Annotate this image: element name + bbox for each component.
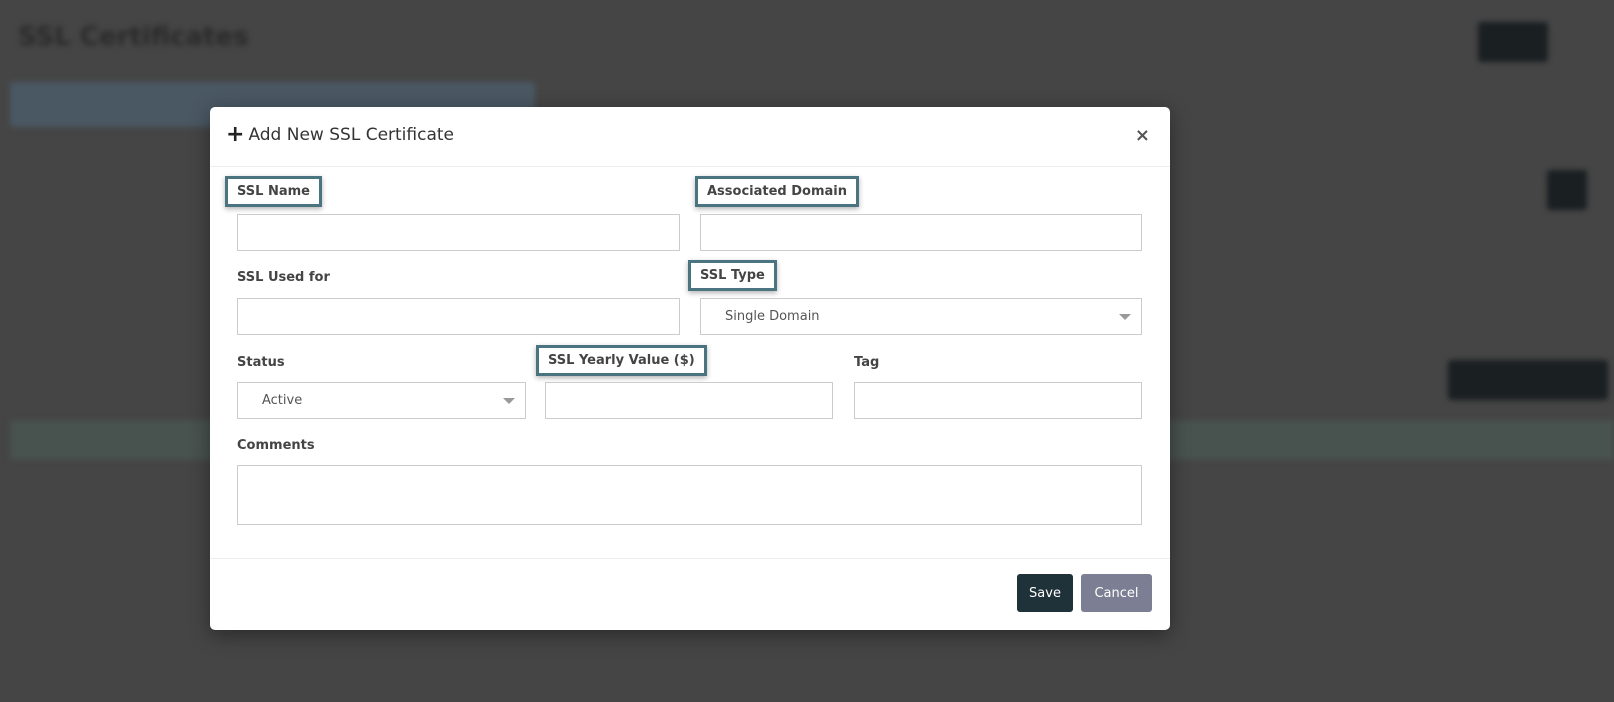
status-select[interactable]: Active	[237, 382, 526, 419]
ssl-type-select[interactable]: Single Domain	[700, 298, 1142, 335]
status-value: Active	[262, 393, 303, 408]
comments-textarea[interactable]	[237, 465, 1142, 525]
ssl-name-label: SSL Name	[225, 176, 322, 207]
close-icon[interactable]: ×	[1135, 125, 1150, 146]
ssl-used-for-label: SSL Used for	[237, 270, 330, 285]
background-button	[1478, 22, 1548, 62]
modal-header: + Add New SSL Certificate ×	[210, 107, 1170, 167]
background-button	[1547, 170, 1587, 210]
associated-domain-input[interactable]	[700, 214, 1142, 251]
ssl-yearly-value-label: SSL Yearly Value ($)	[536, 345, 707, 376]
background-button-group	[1448, 360, 1608, 400]
chevron-down-icon	[1119, 314, 1131, 320]
ssl-yearly-value-input[interactable]	[545, 382, 833, 419]
add-ssl-modal: + Add New SSL Certificate × SSL Name Ass…	[210, 107, 1170, 630]
modal-title: + Add New SSL Certificate	[226, 124, 454, 146]
plus-icon: +	[226, 122, 245, 147]
modal-footer-divider	[210, 558, 1170, 559]
cancel-button[interactable]: Cancel	[1081, 574, 1152, 612]
save-button[interactable]: Save	[1017, 574, 1073, 612]
background-page-title: SSL Certificates	[18, 22, 249, 52]
tag-input[interactable]	[854, 382, 1142, 419]
associated-domain-label: Associated Domain	[695, 176, 860, 207]
chevron-down-icon	[503, 398, 515, 404]
tag-label: Tag	[854, 355, 880, 370]
status-label: Status	[237, 355, 285, 370]
comments-label: Comments	[237, 438, 315, 453]
ssl-type-label: SSL Type	[688, 260, 777, 291]
ssl-name-input[interactable]	[237, 214, 680, 251]
ssl-type-value: Single Domain	[725, 309, 820, 324]
ssl-used-for-input[interactable]	[237, 298, 680, 335]
modal-title-text: Add New SSL Certificate	[248, 125, 454, 145]
